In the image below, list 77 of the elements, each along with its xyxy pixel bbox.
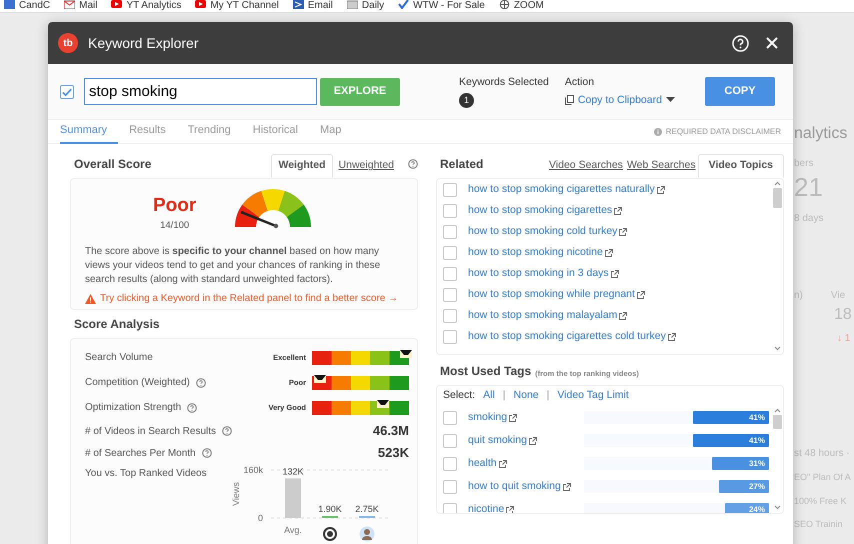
- keyword-link[interactable]: how to stop smoking cold turkey: [468, 224, 618, 240]
- value-label: 132K: [282, 466, 304, 476]
- metric-value: 523K: [378, 444, 409, 462]
- related-tab[interactable]: Video Searches: [546, 155, 625, 177]
- keyword-link[interactable]: how to stop smoking in 3 days: [468, 266, 609, 282]
- tab[interactable]: Map: [320, 120, 352, 144]
- score-tab[interactable]: Weighted: [271, 154, 333, 178]
- metric-label: You vs. Top Ranked Videos: [85, 467, 207, 481]
- keyword-link[interactable]: how to stop smoking cigarettes: [468, 202, 612, 218]
- bookmark-link[interactable]: Email: [308, 0, 333, 12]
- tick-label: 0: [258, 513, 263, 523]
- section-title: Score Analysis: [73, 316, 160, 333]
- section-title: Overall Score: [73, 156, 152, 173]
- tab[interactable]: Summary: [60, 120, 118, 144]
- tab[interactable]: Results: [129, 120, 177, 144]
- select-link[interactable]: All: [483, 388, 495, 404]
- bookmark-link[interactable]: My YT Channel: [210, 0, 279, 12]
- disclaimer-link[interactable]: REQUIRED DATA DISCLAIMER: [666, 126, 781, 138]
- metric-value: 46.3M: [372, 422, 409, 440]
- usage-bar: 27%: [719, 480, 769, 493]
- section-title: Related: [439, 156, 484, 173]
- related-tab[interactable]: Video Topics: [698, 154, 784, 178]
- axis-label: Views: [231, 482, 241, 506]
- keyword-input[interactable]: stop smoking: [84, 78, 317, 105]
- keyword-link[interactable]: how to stop smoking while pregnant: [468, 286, 635, 302]
- usage-bar: 31%: [712, 457, 769, 470]
- tick-label: 160k: [243, 466, 263, 475]
- tag-link[interactable]: nicotine: [468, 502, 504, 513]
- bookmark-link[interactable]: YT Analytics: [126, 0, 182, 12]
- value-label: 2.75K: [355, 504, 379, 514]
- score-description: The score above is specific to your channel based on how many views your videos tend to get and your chances of ranking in these search results (along with standard unweighted factors).: [85, 245, 382, 288]
- section-title: Most Used Tags: [439, 363, 532, 380]
- copy-button[interactable]: COPY: [705, 77, 775, 106]
- metric-label: # of Searches Per Month: [85, 446, 196, 460]
- keyword-link[interactable]: how to stop smoking nicotine: [468, 244, 603, 260]
- metric-label: Optimization Strength: [85, 401, 182, 415]
- separator: |: [546, 388, 550, 404]
- keyword-link[interactable]: how to stop smoking malayalam: [468, 308, 618, 324]
- category-label: Avg.: [284, 525, 302, 535]
- action-dropdown[interactable]: Copy to Clipboard: [578, 92, 662, 108]
- tab[interactable]: Trending: [188, 120, 242, 144]
- related-tab[interactable]: Web Searches: [624, 155, 698, 177]
- bookmark-link[interactable]: Mail: [79, 0, 98, 12]
- action-label: Action: [564, 74, 596, 90]
- separator: |: [502, 388, 506, 404]
- logo: tb: [58, 33, 78, 53]
- usage-bar: 24%: [724, 503, 769, 513]
- tag-link[interactable]: smoking: [468, 410, 508, 426]
- select-label: Select:: [443, 388, 476, 404]
- explore-button[interactable]: EXPLORE: [320, 78, 400, 106]
- keywords-selected-label: Keywords Selected: [459, 75, 549, 90]
- background-text: nalytics: [794, 124, 848, 144]
- bookmark-link[interactable]: ZOOM: [514, 0, 544, 12]
- keyword-link[interactable]: how to stop smoking cigarettes cold turkey: [468, 328, 666, 344]
- usage-bar: 41%: [693, 411, 769, 424]
- score-value: 14/100: [160, 219, 190, 233]
- metric-label: Search Volume: [85, 351, 153, 365]
- keyword-link[interactable]: how to stop smoking cigarettes naturally: [468, 182, 655, 198]
- selected-count: 1: [459, 92, 474, 108]
- tag-link[interactable]: health: [468, 456, 497, 472]
- bookmark-link[interactable]: CandC: [19, 0, 50, 12]
- window-title: Keyword Explorer: [88, 34, 200, 53]
- select-link[interactable]: None: [514, 388, 539, 404]
- tag-link[interactable]: quit smoking: [468, 432, 527, 448]
- select-link[interactable]: Video Tag Limit: [557, 388, 629, 404]
- bookmark-link[interactable]: WTW - For Sale: [413, 0, 485, 12]
- score-tab[interactable]: Unweighted: [332, 155, 400, 177]
- metric-label: Competition (Weighted): [85, 376, 190, 390]
- tag-link[interactable]: how to quit smoking: [468, 478, 561, 494]
- score-rating: Poor: [153, 195, 196, 217]
- metric-label: # of Videos in Search Results: [85, 424, 216, 438]
- bookmark-link[interactable]: Daily: [362, 0, 384, 12]
- tip-text: Try clicking a Keyword in the Related panel to find a better score →: [100, 292, 398, 306]
- tab[interactable]: Historical: [252, 120, 309, 144]
- value-label: 1.90K: [318, 504, 342, 514]
- usage-bar: 41%: [693, 434, 769, 447]
- background-text: ↓ 1: [837, 332, 852, 346]
